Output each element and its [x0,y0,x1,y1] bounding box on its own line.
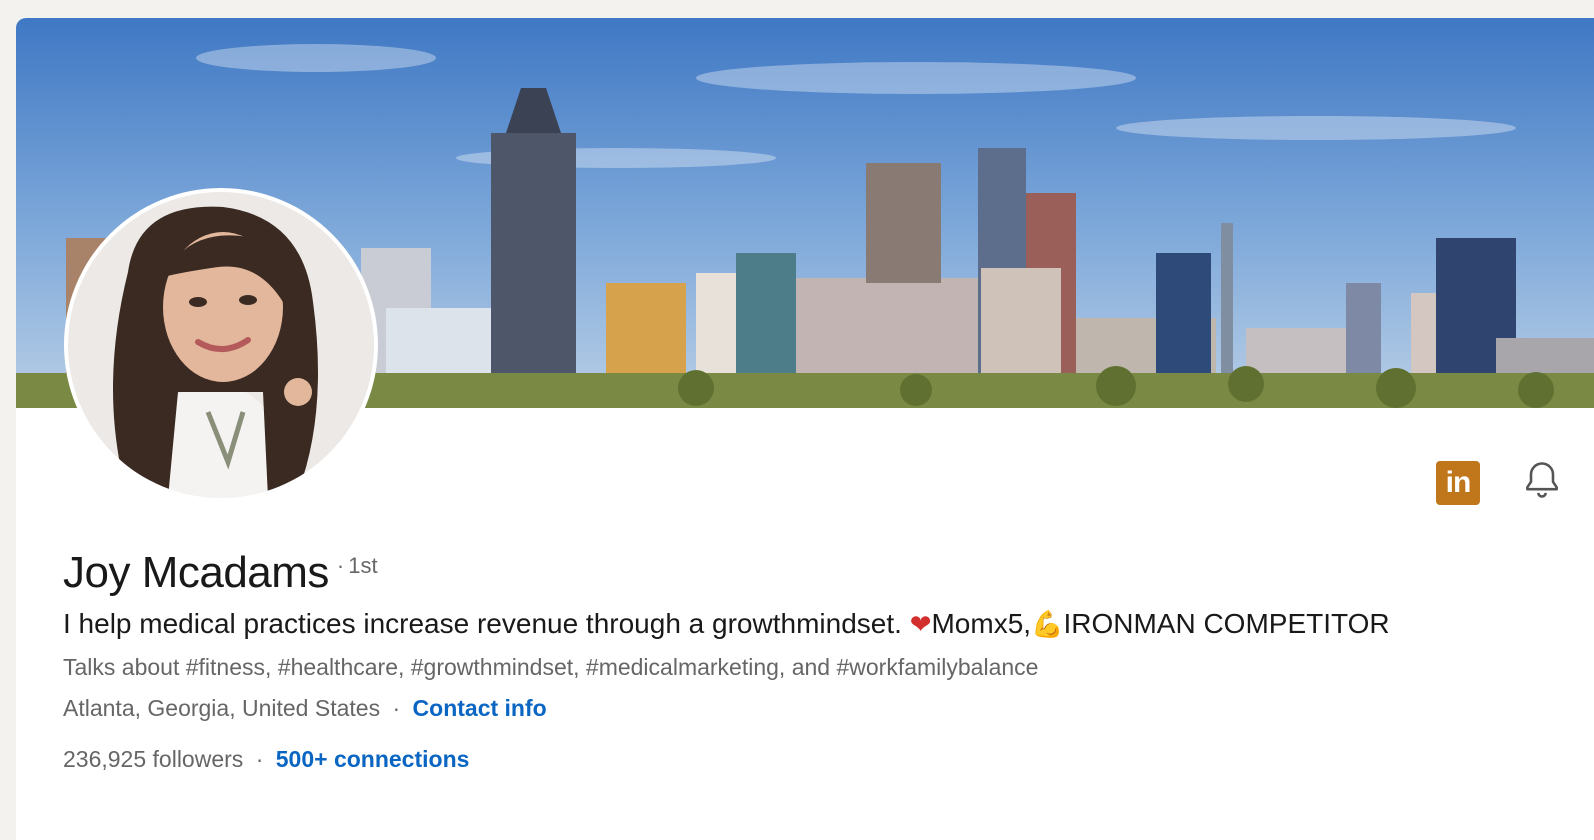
stats-separator: · [255,746,264,772]
location: Atlanta, Georgia, United States [63,695,381,721]
headline-text-2: Momx5, [931,608,1032,639]
profile-card: in Joy Mcadams · 1st I help medical pract… [16,18,1594,840]
talks-about: Talks about #fitness, #healthcare, #grow… [63,654,1039,680]
linkedin-badge-icon[interactable]: in [1436,460,1480,505]
headline-text-3: IRONMAN COMPETITOR [1063,608,1390,639]
profile-headline: I help medical practices increase revenu… [63,604,1393,644]
location-row: Atlanta, Georgia, United States · Contac… [63,695,1393,722]
connection-degree: · 1st [337,553,378,579]
profile-photo[interactable] [64,188,378,502]
stats-row: 236,925 followers · 500+ connections [63,746,1393,773]
profile-actions: in [1436,458,1564,507]
contact-info-link[interactable]: Contact info [413,695,547,721]
flexed-bicep-icon: 💪 [1031,609,1064,639]
headline-text-1: I help medical practices increase revenu… [63,608,902,639]
heart-icon: ❤ [909,609,932,639]
connections-link[interactable]: 500+ connections [276,746,470,772]
profile-info: Joy Mcadams · 1st I help medical practice… [63,548,1393,773]
degree-label: 1st [348,553,378,578]
bell-icon[interactable] [1520,458,1564,507]
followers-count: 236,925 followers [63,746,244,772]
profile-name: Joy Mcadams [63,548,329,597]
name-row: Joy Mcadams · 1st [63,548,1393,598]
location-separator: · [392,695,401,721]
degree-separator: · [336,553,345,578]
